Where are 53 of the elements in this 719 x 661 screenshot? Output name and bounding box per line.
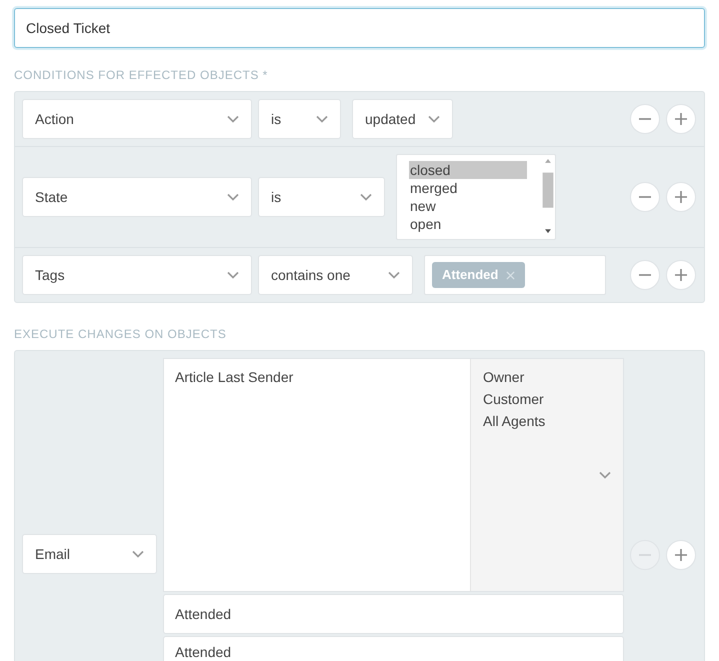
plus-icon — [675, 549, 687, 561]
select-value: contains one — [271, 266, 350, 284]
select-value: is — [271, 188, 282, 206]
recipient-option[interactable]: Customer — [483, 390, 613, 412]
value-select[interactable]: updated — [352, 99, 453, 139]
recipients-select[interactable]: Article Last Sender Owner Customer All Agents — [163, 358, 624, 592]
remove-button[interactable] — [630, 260, 660, 290]
plus-icon — [675, 113, 687, 125]
select-value: Action — [35, 110, 74, 128]
listbox-option[interactable]: open — [409, 215, 527, 233]
listbox-option[interactable]: new — [409, 197, 527, 215]
recipient-option[interactable]: All Agents — [483, 412, 613, 434]
plus-icon — [675, 269, 687, 281]
add-button[interactable] — [666, 260, 696, 290]
selected-recipient[interactable]: Article Last Sender — [175, 368, 470, 390]
add-button[interactable] — [666, 104, 696, 134]
section-heading: CONDITIONS FOR EFFECTED OBJECTS * — [14, 67, 269, 84]
state-listbox[interactable]: closed merged new open — [396, 154, 556, 240]
text-input-field[interactable]: Attended — [163, 636, 624, 661]
name-input-field[interactable]: Closed Ticket — [14, 8, 705, 48]
action-type-select[interactable]: Email — [22, 534, 157, 574]
operator-select[interactable]: is — [258, 177, 385, 217]
operator-select[interactable]: contains one — [258, 255, 413, 295]
close-icon[interactable] — [506, 270, 516, 280]
chevron-down-icon — [388, 271, 400, 279]
operator-select[interactable]: is — [258, 99, 341, 139]
select-value: Email — [35, 544, 70, 564]
section-heading: EXECUTE CHANGES ON OBJECTS — [14, 326, 228, 343]
attribute-select[interactable]: State — [22, 177, 252, 217]
chevron-down-icon — [599, 471, 611, 479]
remove-button[interactable] — [630, 182, 660, 212]
add-button[interactable] — [666, 540, 696, 570]
chevron-down-icon — [428, 115, 440, 123]
chevron-down-icon — [132, 550, 144, 558]
attribute-select[interactable]: Tags — [22, 255, 252, 295]
chevron-down-icon — [360, 193, 372, 201]
listbox-option[interactable]: merged — [409, 179, 527, 197]
select-value: Tags — [35, 266, 65, 285]
text-input-field[interactable]: Attended — [163, 594, 624, 634]
chevron-down-icon — [227, 115, 239, 123]
remove-button[interactable] — [630, 104, 660, 134]
select-value: is — [271, 110, 282, 128]
select-value: updated — [365, 110, 416, 129]
chevron-down-icon — [227, 193, 239, 201]
select-value: State — [35, 188, 68, 206]
add-button[interactable] — [666, 182, 696, 212]
recipient-option[interactable]: Owner — [483, 368, 613, 390]
tag-label: Attended — [442, 266, 498, 284]
chevron-down-icon — [316, 115, 328, 123]
listbox-option[interactable]: closed — [409, 161, 527, 179]
plus-icon — [675, 191, 687, 203]
chevron-down-icon — [227, 271, 239, 279]
attribute-select[interactable]: Action — [22, 99, 252, 139]
